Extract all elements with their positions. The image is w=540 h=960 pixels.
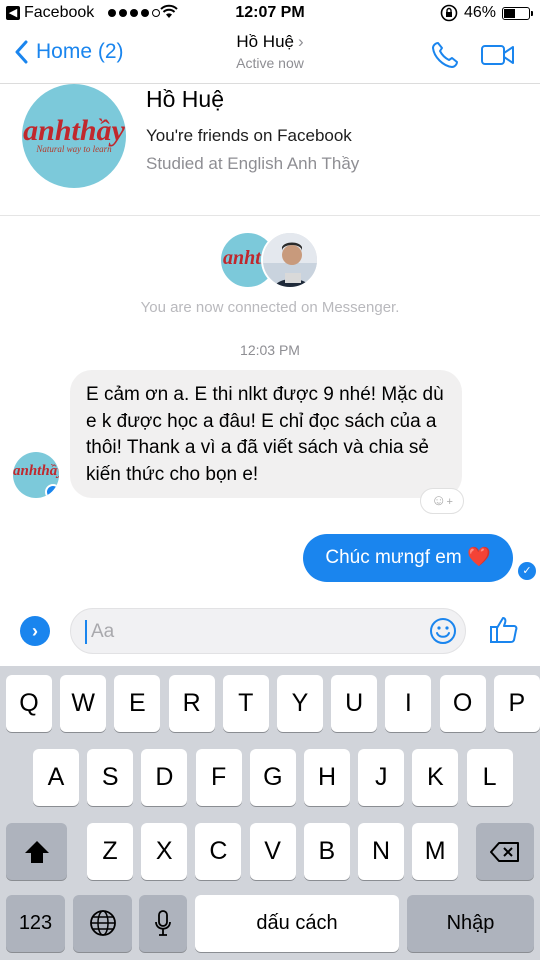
key-n[interactable]: N <box>358 823 404 880</box>
user-avatar <box>261 231 319 289</box>
key-g[interactable]: G <box>249 749 296 806</box>
backspace-key[interactable] <box>476 823 534 880</box>
status-bar: ◀ Facebook 12:07 PM 46% <box>0 0 540 26</box>
key-a[interactable]: A <box>33 749 79 806</box>
contact-name: Hồ Huệ <box>236 32 294 51</box>
person-photo <box>263 233 317 287</box>
key-f[interactable]: F <box>195 749 242 806</box>
outgoing-message-text: Chúc mưngf em <box>325 547 462 568</box>
reaction-emoji-icon: ☺ <box>431 492 447 509</box>
profile-name: Hồ Huệ <box>146 86 224 112</box>
battery-percent: 46% <box>464 4 497 21</box>
return-key[interactable]: Nhập <box>407 895 534 952</box>
video-camera-icon[interactable] <box>480 43 516 67</box>
space-key[interactable]: dấu cách <box>195 895 399 952</box>
text-cursor <box>85 620 87 644</box>
key-p[interactable]: P <box>493 675 540 732</box>
key-d[interactable]: D <box>141 749 188 806</box>
battery-icon <box>502 7 533 20</box>
thumbs-up-icon[interactable] <box>488 614 520 646</box>
key-w[interactable]: W <box>60 675 107 732</box>
key-r[interactable]: R <box>168 675 215 732</box>
phone-icon[interactable] <box>430 40 460 70</box>
chevron-right-icon: › <box>297 32 304 51</box>
key-c[interactable]: C <box>195 823 242 880</box>
connected-avatars: anhth <box>219 231 321 291</box>
rotation-lock-icon <box>440 4 458 22</box>
dictation-key[interactable] <box>139 895 187 952</box>
microphone-icon <box>155 910 171 936</box>
incoming-message[interactable]: E cảm ơn a. E thi nlkt được 9 nhé! Mặc d… <box>70 370 462 498</box>
message-composer: › Aa <box>0 600 540 666</box>
key-z[interactable]: Z <box>87 823 133 880</box>
logo-wordmark: anhthầy <box>23 114 125 147</box>
key-j[interactable]: J <box>358 749 405 806</box>
avatar-logo: anhthầy <box>13 463 59 479</box>
message-placeholder: Aa <box>91 621 115 642</box>
key-m[interactable]: M <box>412 823 459 880</box>
education-info: Studied at English Anh Thầy <box>146 154 360 173</box>
globe-icon <box>89 910 116 936</box>
key-t[interactable]: T <box>222 675 269 732</box>
key-u[interactable]: U <box>331 675 378 732</box>
emoji-icon[interactable] <box>429 617 457 645</box>
profile-picture[interactable]: anhthầy Natural way to learn <box>22 84 126 188</box>
key-v[interactable]: V <box>249 823 296 880</box>
outgoing-message[interactable]: Chúc mưngf em ❤️ <box>303 534 513 582</box>
key-x[interactable]: X <box>141 823 188 880</box>
key-i[interactable]: I <box>385 675 432 732</box>
connected-notice: You are now connected on Messenger. <box>140 299 400 316</box>
message-timestamp: 12:03 PM <box>240 342 300 358</box>
backspace-icon <box>490 842 519 862</box>
messenger-badge-icon <box>45 484 59 498</box>
logo-tagline: Natural way to learn <box>36 144 112 154</box>
key-o[interactable]: O <box>439 675 486 732</box>
profile-header: anhthầy Natural way to learn Hồ Huệ You'… <box>0 84 540 216</box>
numbers-key[interactable]: 123 <box>6 895 65 952</box>
friends-status: You're friends on Facebook <box>146 126 352 145</box>
key-y[interactable]: Y <box>277 675 323 732</box>
globe-key[interactable] <box>73 895 132 952</box>
conversation-header: Home (2) Hồ Huệ › Active now <box>0 26 540 84</box>
add-reaction-button[interactable]: ☺+ <box>420 488 464 514</box>
sender-avatar[interactable]: anhthầy <box>13 452 59 498</box>
status-time: 12:07 PM <box>235 4 305 21</box>
heart-emoji: ❤️ <box>466 547 491 568</box>
shift-arrow-icon <box>24 841 49 863</box>
key-s[interactable]: S <box>87 749 134 806</box>
message-input[interactable]: Aa <box>70 608 466 654</box>
keyboard: 123 dấu cách Nhập QWERTYUIOP ASDFGHJKL ZXC… <box>0 666 540 960</box>
sent-check-icon: ✓ <box>518 562 536 580</box>
key-q[interactable]: Q <box>6 675 52 732</box>
expand-icon[interactable]: › <box>20 616 50 646</box>
key-l[interactable]: L <box>466 749 513 806</box>
key-k[interactable]: K <box>412 749 459 806</box>
key-e[interactable]: E <box>114 675 161 732</box>
key-h[interactable]: H <box>304 749 350 806</box>
key-b[interactable]: B <box>303 823 350 880</box>
shift-key[interactable] <box>6 823 67 880</box>
